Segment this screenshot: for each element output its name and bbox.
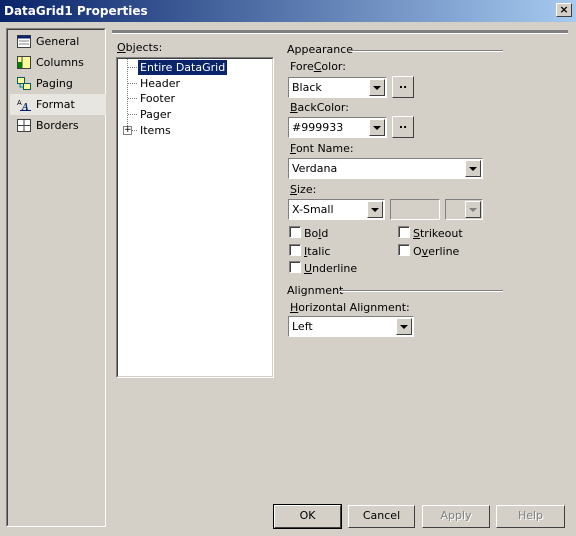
- objects-tree[interactable]: Entire DataGrid Header Footer Pager + It…: [116, 57, 274, 378]
- nav-item-label: General: [36, 35, 80, 48]
- tree-connector: [132, 130, 137, 131]
- nav-item-columns[interactable]: Columns: [10, 52, 106, 73]
- size-select[interactable]: X-Small: [288, 199, 385, 220]
- horizontal-alignment-select[interactable]: Left: [288, 316, 414, 337]
- backcolor-value: #999933: [292, 121, 344, 134]
- forecolor-value: Black: [292, 81, 322, 94]
- nav-item-borders[interactable]: Borders: [10, 115, 106, 136]
- appearance-group-title: Appearance: [287, 43, 354, 56]
- chevron-down-icon[interactable]: [396, 318, 412, 335]
- tree-connector: [128, 67, 137, 68]
- group-divider: [339, 290, 503, 292]
- chevron-down-icon[interactable]: [369, 119, 385, 136]
- strikeout-checkbox[interactable]: [398, 226, 410, 238]
- cancel-button[interactable]: Cancel: [348, 505, 415, 528]
- nav-item-general[interactable]: General: [10, 31, 106, 52]
- apply-button[interactable]: Apply: [422, 505, 490, 528]
- bold-label: Bold: [304, 227, 329, 240]
- tree-item-entire-datagrid[interactable]: Entire DataGrid: [138, 60, 228, 75]
- bold-checkbox[interactable]: [289, 226, 301, 238]
- page-header-rule: [112, 30, 568, 34]
- backcolor-picker-button[interactable]: ..: [392, 116, 414, 138]
- borders-icon: [17, 119, 31, 132]
- tree-item-footer[interactable]: Footer: [138, 91, 177, 106]
- general-icon: [17, 35, 31, 48]
- font-name-label: Font Name:: [290, 142, 354, 155]
- tree-item-pager[interactable]: Pager: [138, 107, 173, 122]
- columns-icon: [17, 56, 31, 69]
- chevron-down-icon[interactable]: [369, 79, 385, 96]
- help-button[interactable]: Help: [496, 505, 565, 528]
- font-name-value: Verdana: [292, 162, 338, 175]
- objects-label: Objects:: [117, 41, 163, 54]
- tree-item-items[interactable]: Items: [138, 123, 173, 138]
- nav-item-label: Columns: [36, 56, 84, 69]
- font-name-select[interactable]: Verdana: [288, 158, 483, 179]
- chevron-down-icon[interactable]: [465, 160, 481, 177]
- chevron-down-icon: [465, 201, 481, 218]
- property-page-nav: General Columns Paging A A Format Border…: [6, 28, 106, 527]
- expand-icon[interactable]: +: [123, 126, 132, 135]
- nav-item-label: Format: [36, 98, 75, 111]
- strikeout-label: Strikeout: [413, 227, 463, 240]
- overline-label: Overline: [413, 245, 460, 258]
- tree-line: [127, 59, 128, 130]
- italic-checkbox[interactable]: [289, 244, 301, 256]
- tree-connector: [128, 114, 137, 115]
- tree-item-header[interactable]: Header: [138, 76, 182, 91]
- forecolor-picker-button[interactable]: ..: [392, 76, 414, 98]
- tree-connector: [128, 98, 137, 99]
- title-bar: DataGrid1 Properties: [0, 0, 576, 22]
- forecolor-label: ForeColor:: [290, 60, 346, 73]
- underline-checkbox[interactable]: [289, 261, 301, 273]
- size-unit-select: [445, 199, 483, 220]
- nav-item-format[interactable]: A A Format: [10, 94, 106, 115]
- horizontal-alignment-label: Horizontal Alignment:: [290, 301, 410, 314]
- paging-icon: [17, 77, 31, 90]
- backcolor-select[interactable]: #999933: [288, 117, 387, 138]
- size-value: X-Small: [292, 203, 334, 216]
- nav-item-label: Paging: [36, 77, 73, 90]
- close-button[interactable]: ×: [556, 3, 572, 17]
- horizontal-alignment-value: Left: [292, 320, 313, 333]
- nav-item-paging[interactable]: Paging: [10, 73, 106, 94]
- overline-checkbox[interactable]: [398, 244, 410, 256]
- nav-item-label: Borders: [36, 119, 79, 132]
- svg-text:A: A: [21, 102, 29, 111]
- italic-label: Italic: [304, 245, 331, 258]
- size-label: Size:: [290, 183, 317, 196]
- format-icon: A A: [17, 100, 31, 111]
- size-unit-value-input: [390, 199, 440, 220]
- window-title: DataGrid1 Properties: [4, 4, 148, 18]
- forecolor-select[interactable]: Black: [288, 77, 387, 98]
- group-divider: [351, 50, 503, 52]
- chevron-down-icon[interactable]: [367, 201, 383, 218]
- tree-connector: [128, 83, 137, 84]
- alignment-group-title: Alignment: [287, 284, 344, 297]
- close-icon: ×: [559, 3, 569, 16]
- ok-button[interactable]: OK: [273, 504, 342, 529]
- underline-label: Underline: [304, 262, 358, 275]
- backcolor-label: BackColor:: [290, 101, 349, 114]
